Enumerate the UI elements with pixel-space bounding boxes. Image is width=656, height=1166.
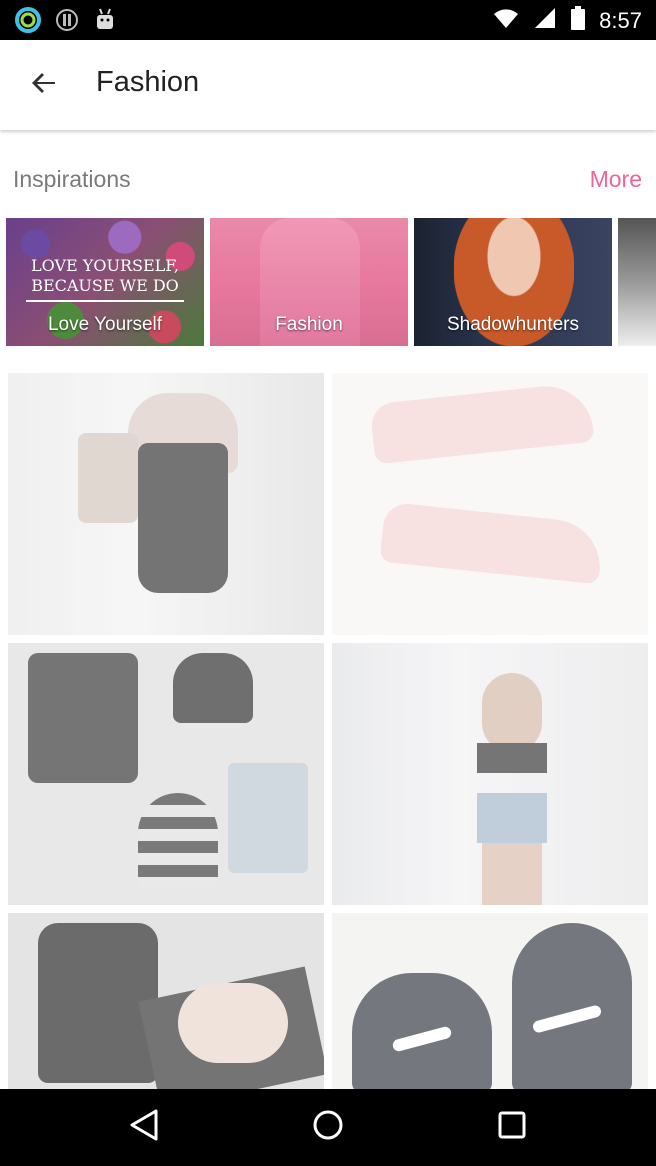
navigation-bar — [0, 1089, 656, 1166]
inspiration-card-partial[interactable] — [618, 218, 656, 346]
inspirations-carousel[interactable]: LOVE YOURSELF, BECAUSE WE DO Love Yourse… — [6, 218, 656, 346]
back-triangle-icon — [128, 1108, 160, 1147]
section-title: Inspirations — [13, 166, 131, 192]
nav-back-button[interactable] — [114, 1107, 174, 1147]
info-icon — [54, 7, 80, 38]
status-bar: 8:57 — [0, 0, 656, 40]
inspiration-card-fashion[interactable]: Fashion — [210, 218, 408, 346]
inspiration-label: Love Yourself — [47, 314, 163, 335]
more-link[interactable]: More — [590, 166, 642, 193]
photo-pink-sneakers[interactable] — [332, 373, 648, 635]
signal-icon — [533, 7, 557, 35]
wifi-icon — [493, 7, 519, 35]
photo-outfit-black-dress[interactable] — [8, 373, 324, 635]
status-time: 8:57 — [599, 8, 642, 33]
inspiration-label: Fashion — [275, 314, 343, 335]
arrow-left-icon — [31, 70, 57, 101]
app-bar: Fashion — [0, 40, 656, 130]
photo-nike-sneakers[interactable] — [332, 913, 648, 1089]
android-icon — [92, 6, 118, 39]
inspiration-card-love-yourself[interactable]: LOVE YOURSELF, BECAUSE WE DO Love Yourse… — [6, 218, 204, 346]
love-yourself-line2: BECAUSE WE DO — [31, 276, 179, 295]
battery-icon — [571, 6, 586, 36]
recents-square-icon — [497, 1110, 527, 1145]
nav-recents-button[interactable] — [482, 1107, 542, 1147]
circle-app-icon — [14, 6, 42, 39]
photo-flatlay-vest[interactable] — [8, 643, 324, 905]
photo-girl-denim-shorts[interactable] — [332, 643, 648, 905]
photo-black-boots[interactable] — [8, 913, 324, 1089]
home-circle-icon — [312, 1109, 344, 1146]
inspiration-label: Shadowhunters — [446, 314, 580, 335]
inspirations-header: Inspirations More — [0, 160, 656, 200]
love-yourself-line1: LOVE YOURSELF, — [31, 256, 179, 275]
inspiration-card-shadowhunters[interactable]: Shadowhunters — [414, 218, 612, 346]
nav-home-button[interactable] — [298, 1107, 358, 1147]
back-button[interactable] — [20, 61, 68, 109]
page-title: Fashion — [96, 66, 200, 98]
